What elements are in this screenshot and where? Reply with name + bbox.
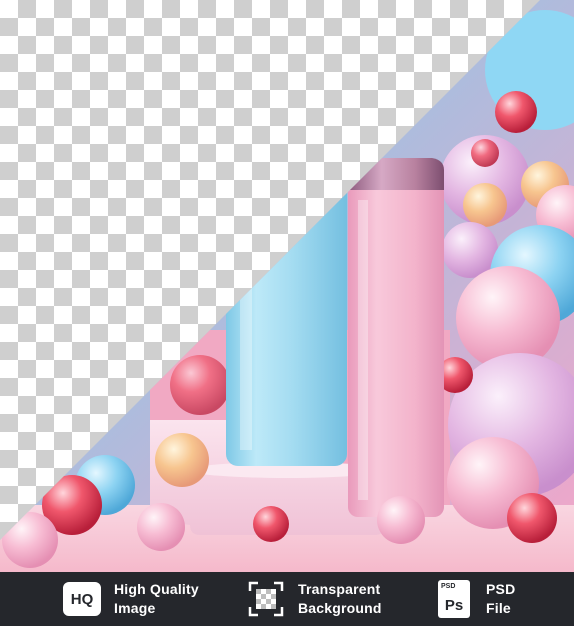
ball <box>253 506 289 542</box>
ball <box>137 503 185 551</box>
badge-label: Transparent <box>298 581 381 597</box>
blue-can-lid <box>226 90 347 128</box>
ball <box>377 496 425 544</box>
pink-can-highlight <box>358 200 368 500</box>
image-stage <box>0 0 574 572</box>
badge-label: High Quality <box>114 581 199 597</box>
badge-sublabel: Background <box>298 600 382 616</box>
product-render <box>0 0 574 572</box>
ball <box>170 355 230 415</box>
badge-high-quality: HQ High Quality Image <box>62 572 199 626</box>
badge-sublabel: Image <box>114 600 156 616</box>
ball <box>507 493 557 543</box>
ball <box>463 183 507 227</box>
transparent-grid-icon <box>246 579 286 619</box>
psd-file-icon: PSD Ps <box>434 579 474 619</box>
ball <box>495 91 537 133</box>
badge-sublabel: File <box>486 600 511 616</box>
hq-icon: HQ <box>62 579 102 619</box>
ball <box>471 139 499 167</box>
ball <box>2 512 58 568</box>
pink-can-lid <box>348 158 444 190</box>
blue-can-highlight <box>240 140 252 450</box>
feature-bar: HQ High Quality Image Transparent Backgr… <box>0 572 574 626</box>
badge-transparent: Transparent Background <box>246 572 382 626</box>
badge-label: PSD <box>486 581 516 597</box>
ball <box>155 433 209 487</box>
badge-psd: PSD Ps PSD File <box>434 572 515 626</box>
